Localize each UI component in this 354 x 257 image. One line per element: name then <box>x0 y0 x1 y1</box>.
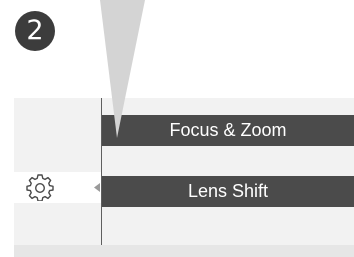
callout-pointer <box>100 0 145 138</box>
